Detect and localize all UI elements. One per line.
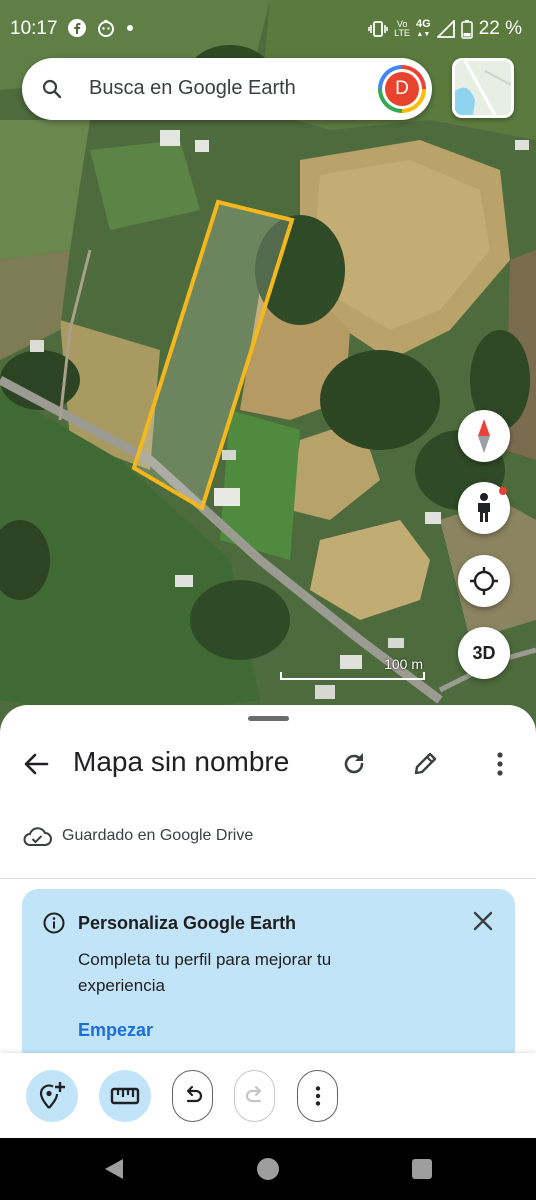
ruler-icon: [110, 1087, 140, 1105]
facebook-icon: [68, 19, 86, 37]
card-body: Completa tu perfil para mejorar tu exper…: [78, 950, 332, 995]
redo-button[interactable]: [234, 1070, 275, 1122]
nav-back-icon[interactable]: [103, 1158, 125, 1180]
search-input[interactable]: Busca en Google Earth: [89, 77, 296, 100]
compass-icon: [478, 419, 490, 453]
compass-button[interactable]: [458, 410, 510, 462]
battery-level: 22 %: [478, 18, 522, 39]
more-vert-icon[interactable]: [486, 750, 514, 778]
system-nav-bar: [0, 1138, 536, 1200]
refresh-icon[interactable]: [340, 750, 368, 778]
status-time: 10:17: [10, 18, 58, 39]
add-placemark-button[interactable]: [26, 1070, 78, 1122]
battery-icon: [460, 20, 473, 39]
back-arrow-icon[interactable]: [22, 750, 50, 778]
saved-status: Guardado en Google Drive: [22, 823, 253, 849]
map-style-button[interactable]: [452, 58, 514, 118]
status-system-icons: Vo LTE 4G ▲▼ 22 %: [368, 18, 522, 40]
nav-recents-icon[interactable]: [412, 1159, 432, 1179]
baby-face-icon: [98, 19, 114, 37]
status-notification-icons: [68, 19, 134, 37]
signal-icon: [436, 20, 455, 38]
network-type: Vo LTE: [394, 19, 410, 38]
account-avatar[interactable]: D: [378, 65, 426, 113]
map-scale: 100 m: [280, 656, 425, 682]
pegman-icon: [478, 493, 490, 522]
scale-label: 100 m: [384, 656, 423, 672]
dot-icon: [127, 25, 133, 31]
divider: [0, 878, 536, 879]
search-bar[interactable]: Busca en Google Earth D: [22, 58, 432, 120]
map-thumbnail-icon: [455, 61, 511, 115]
satellite-map[interactable]: 10:17 Vo LTE 4G ▲▼ 22 % Busca en Google …: [0, 0, 536, 760]
network-4g: 4G ▲▼: [416, 18, 431, 39]
add-location-icon: [39, 1082, 65, 1109]
drag-handle[interactable]: [248, 716, 289, 721]
start-button[interactable]: Empezar: [78, 1020, 153, 1041]
nav-home-icon[interactable]: [257, 1158, 279, 1180]
undo-icon: [186, 1085, 202, 1103]
street-view-button[interactable]: [458, 482, 510, 534]
avatar-initial: D: [385, 72, 419, 106]
info-icon: [43, 912, 65, 934]
saved-text: Guardado en Google Drive: [62, 827, 254, 844]
toolbar-more-button[interactable]: [297, 1070, 338, 1122]
my-location-button[interactable]: [458, 555, 510, 607]
more-vert-icon: [315, 1086, 320, 1106]
personalize-card: Personaliza Google Earth Completa tu per…: [22, 889, 515, 1079]
status-bar: 10:17 Vo LTE 4G ▲▼ 22 %: [0, 0, 536, 56]
card-title: Personaliza Google Earth: [78, 913, 297, 933]
measure-button[interactable]: [99, 1070, 151, 1122]
vibrate-icon: [368, 21, 388, 37]
search-icon: [42, 79, 62, 99]
edit-toolbar: [0, 1053, 536, 1138]
cloud-done-icon: [23, 827, 52, 846]
map-title: Mapa sin nombre: [73, 746, 290, 777]
edit-pencil-icon[interactable]: [412, 749, 440, 777]
close-icon[interactable]: [471, 909, 495, 933]
redo-icon: [245, 1085, 261, 1103]
3d-button[interactable]: 3D: [458, 627, 510, 679]
crosshair-icon: [470, 567, 498, 595]
notification-dot: [499, 487, 507, 495]
undo-button[interactable]: [172, 1070, 213, 1122]
